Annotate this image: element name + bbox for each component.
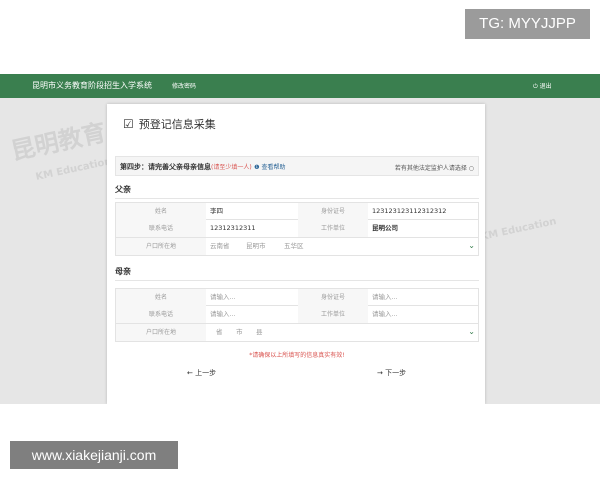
mother-section-title: 母亲 [115,267,131,276]
father-province-select[interactable]: 云南省 [206,238,246,255]
mother-name-input[interactable]: 请输入... [206,289,298,306]
father-name-input[interactable]: 李四 [206,203,298,220]
step-note: (请至少填一人) [211,164,252,171]
site-label: www.xiakejianji.com [10,441,178,469]
father-district-select[interactable]: 五华区 [280,238,320,255]
arrow-left-icon: ← [187,369,193,377]
prev-label: 上一步 [195,369,217,377]
mother-row-2: 联系电话 请输入... 工作单位 请输入... [115,306,479,324]
mother-hukou-label: 户口所在地 [116,324,206,341]
father-section-title: 父亲 [115,185,131,194]
father-id-label: 身份证号 [298,203,368,220]
warning-text: *请确保以上所填写的信息真实有效! [249,352,345,359]
divider [115,198,479,199]
other-guardian-label: 若有其他法定监护人请选择 [394,165,467,172]
form-panel: ☑ 预登记信息采集 第四步：请完善父亲母亲信息(请至少填一人) ❶ 查看帮助 若有… [107,104,485,404]
mother-name-label: 姓名 [116,289,206,306]
father-phone-input[interactable]: 12312312311 [206,220,298,237]
mother-phone-input[interactable]: 请输入... [206,306,298,323]
watermark-sub: KM Education [34,156,113,183]
father-row-1: 姓名 李四 身份证号 123123123112312312 [115,202,479,220]
next-button[interactable]: → 下一步 [377,366,406,380]
other-guardian-option[interactable]: 若有其他法定监护人请选择 ○ [395,163,474,172]
father-row-3: 户口所在地 云南省 昆明市 五华区 ⌄ [115,238,479,256]
father-name-label: 姓名 [116,203,206,220]
father-work-input[interactable]: 昆明公司 [368,220,478,237]
mother-row-1: 姓名 请输入... 身份证号 请输入... [115,288,479,306]
app-screenshot: 昆明教育 KM Education 昆明教育 KM Education 昆明教育… [0,74,600,404]
panel-title: ☑ 预登记信息采集 [123,116,216,132]
info-icon: ❶ [254,164,260,171]
step-header: 第四步：请完善父亲母亲信息(请至少填一人) ❶ 查看帮助 若有其他法定监护人请选… [115,156,479,176]
father-phone-label: 联系电话 [116,220,206,237]
step-title: 第四步：请完善父亲母亲信息 [120,163,211,171]
watermark: 昆明教育 [8,118,109,166]
arrow-right-icon: → [377,369,383,377]
panel-title-text: 预登记信息采集 [138,118,216,131]
mother-district-select[interactable]: 县 [252,324,276,341]
mother-id-label: 身份证号 [298,289,368,306]
father-row-2: 联系电话 12312312311 工作单位 昆明公司 [115,220,479,238]
father-id-input[interactable]: 123123123112312312 [368,203,478,220]
system-title: 昆明市义务教育阶段招生入学系统 [32,81,152,90]
divider [115,280,479,281]
tg-label: TG: MYYJJPP [465,9,590,39]
logout-label: 退出 [539,83,552,90]
father-work-label: 工作单位 [298,220,368,237]
nav-buttons: ← 上一步 → 下一步 [115,366,479,382]
mother-work-label: 工作单位 [298,306,368,323]
edit-icon: ☑ [123,117,134,131]
mother-phone-label: 联系电话 [116,306,206,323]
next-label: 下一步 [385,369,407,377]
help-label: 查看帮助 [261,164,286,171]
mother-work-input[interactable]: 请输入... [368,306,478,323]
top-navbar: 昆明市义务教育阶段招生入学系统 修改密码 ⏻ 退出 [0,74,600,98]
chevron-down-icon[interactable]: ⌄ [468,327,475,336]
change-password-link[interactable]: 修改密码 [172,81,196,90]
mother-row-3: 户口所在地 省 市 县 ⌄ [115,324,479,342]
power-icon: ⏻ [533,83,538,90]
father-city-select[interactable]: 昆明市 [242,238,282,255]
mother-id-input[interactable]: 请输入... [368,289,478,306]
chevron-down-icon[interactable]: ⌄ [468,241,475,250]
watermark-sub: KM Education [479,216,558,243]
help-link[interactable]: ❶ 查看帮助 [254,164,285,171]
prev-button[interactable]: ← 上一步 [187,366,216,380]
radio-icon: ○ [468,165,474,172]
logout-button[interactable]: ⏻ 退出 [533,81,552,91]
father-hukou-label: 户口所在地 [116,238,206,255]
